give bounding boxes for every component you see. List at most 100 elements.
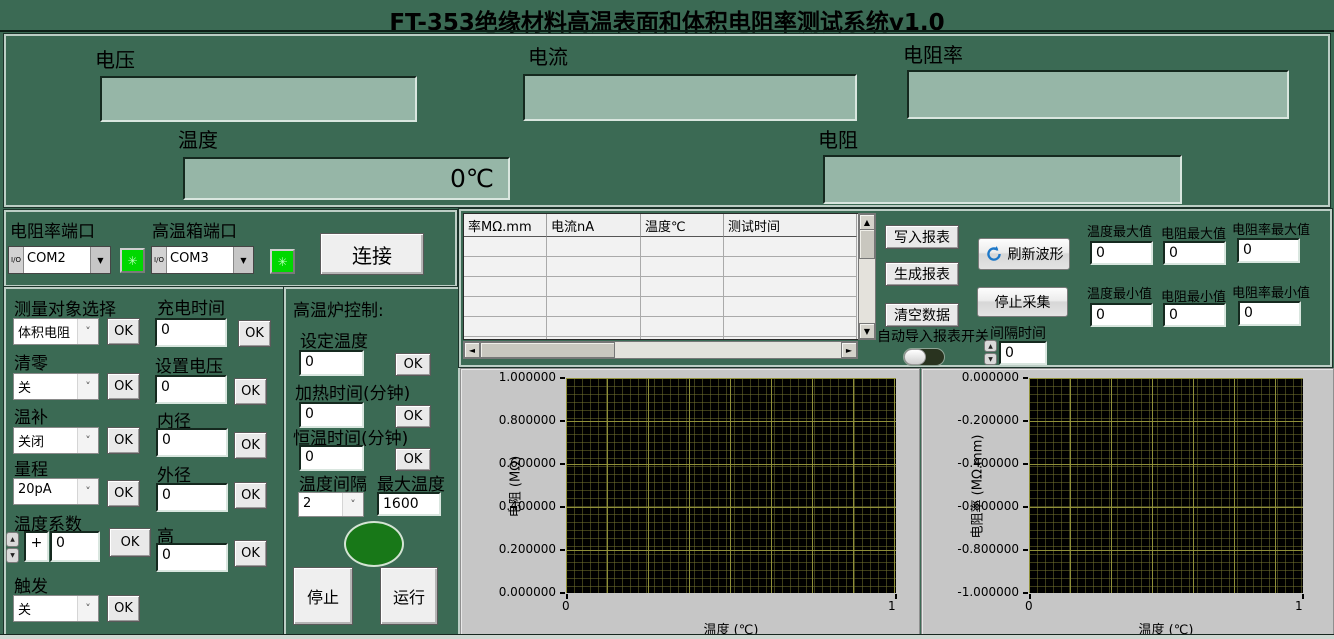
table-cell[interactable] (641, 277, 724, 297)
table-header-cell[interactable]: 电流nA (547, 214, 641, 237)
tempcoef-sign-box[interactable]: + (24, 531, 49, 562)
table-row[interactable] (464, 337, 858, 340)
toggle-knob[interactable] (904, 349, 926, 365)
temp-interval-select[interactable]: 2 ˅ (298, 492, 364, 517)
table-row[interactable] (464, 317, 858, 337)
spinner-up-icon[interactable]: ▲ (984, 340, 997, 352)
measure-ok-button[interactable]: OK (107, 318, 140, 345)
dropdown-arrow-icon[interactable]: ▼ (233, 247, 253, 273)
vscroll-thumb[interactable] (859, 229, 875, 259)
tempcoef-spinner[interactable]: ▲ ▼ (6, 532, 19, 563)
inner-dia-ok-button[interactable]: OK (234, 432, 267, 459)
clear-data-button[interactable]: 清空数据 (885, 303, 959, 327)
table-cell[interactable] (724, 297, 857, 317)
furnace-stop-button[interactable]: 停止 (293, 567, 353, 625)
tempcomp-select[interactable]: 关闭 ˅ (13, 427, 99, 454)
trigger-select[interactable]: 关 ˅ (13, 595, 99, 622)
data-table[interactable]: 率MΩ.mm电流nA温度℃测试时间 (463, 213, 859, 340)
interval-time-spinner[interactable]: ▲ ▼ (984, 340, 997, 365)
trigger-ok-button[interactable]: OK (107, 595, 140, 622)
table-cell[interactable] (547, 317, 641, 337)
table-cell[interactable] (724, 237, 857, 257)
table-cell[interactable] (464, 337, 547, 340)
connect-button[interactable]: 连接 (320, 233, 424, 275)
charge-time-ok-button[interactable]: OK (238, 320, 271, 347)
table-row[interactable] (464, 297, 858, 317)
hscroll-thumb[interactable] (480, 342, 615, 358)
zero-ok-button[interactable]: OK (107, 373, 140, 400)
resistivity-port-select[interactable]: I/O COM2 ▼ (8, 246, 111, 274)
set-voltage-ok-button[interactable]: OK (234, 378, 267, 405)
tempcomp-ok-button[interactable]: OK (107, 427, 140, 454)
chevron-down-icon[interactable]: ˅ (77, 428, 98, 453)
table-cell[interactable] (641, 237, 724, 257)
x-tick-mark (895, 594, 897, 599)
table-cell[interactable] (724, 257, 857, 277)
max-temp-input[interactable]: 1600 (377, 492, 441, 516)
scroll-right-icon[interactable]: ► (841, 342, 857, 358)
table-row[interactable] (464, 257, 858, 277)
table-row[interactable] (464, 277, 858, 297)
set-temp-input[interactable]: 0 (299, 350, 364, 376)
outer-dia-input[interactable]: 0 (156, 483, 228, 512)
table-hscrollbar[interactable]: ◄ ► (463, 341, 858, 359)
auto-import-toggle[interactable] (903, 348, 945, 366)
table-row[interactable] (464, 237, 858, 257)
chevron-down-icon[interactable]: ˅ (342, 493, 363, 516)
table-cell[interactable] (641, 257, 724, 277)
table-cell[interactable] (724, 337, 857, 340)
table-cell[interactable] (464, 277, 547, 297)
measure-select[interactable]: 体积电阻 ˅ (13, 318, 99, 345)
height-ok-button[interactable]: OK (234, 540, 267, 567)
table-cell[interactable] (464, 297, 547, 317)
table-vscrollbar[interactable]: ▲ ▼ (858, 213, 876, 340)
spinner-down-icon[interactable]: ▼ (6, 548, 19, 563)
generate-report-button[interactable]: 生成报表 (885, 262, 959, 286)
hold-time-ok-button[interactable]: OK (395, 448, 431, 471)
charge-time-input[interactable]: 0 (155, 318, 227, 347)
table-cell[interactable] (464, 237, 547, 257)
table-cell[interactable] (547, 237, 641, 257)
table-cell[interactable] (547, 277, 641, 297)
chevron-down-icon[interactable]: ˅ (77, 374, 98, 399)
hold-time-input[interactable]: 0 (299, 445, 364, 471)
range-ok-button[interactable]: OK (107, 480, 140, 507)
chevron-down-icon[interactable]: ˅ (77, 319, 98, 344)
table-header-cell[interactable]: 率MΩ.mm (464, 214, 547, 237)
refresh-waveform-button[interactable]: 刷新波形 (978, 238, 1070, 270)
table-cell[interactable] (547, 297, 641, 317)
range-select[interactable]: 20pA ˅ (13, 478, 99, 505)
dropdown-arrow-icon[interactable]: ▼ (90, 247, 110, 273)
stop-collect-button[interactable]: 停止采集 (977, 287, 1068, 317)
set-temp-ok-button[interactable]: OK (395, 353, 431, 376)
table-cell[interactable] (464, 317, 547, 337)
scroll-up-icon[interactable]: ▲ (859, 214, 875, 230)
tempcoef-ok-button[interactable]: OK (109, 528, 151, 557)
table-header-cell[interactable]: 温度℃ (641, 214, 724, 237)
tempcoef-input[interactable]: 0 (50, 531, 100, 562)
table-header-cell[interactable]: 测试时间 (724, 214, 857, 237)
spinner-down-icon[interactable]: ▼ (984, 353, 997, 365)
interval-time-input[interactable]: 0 (999, 341, 1047, 365)
zero-select[interactable]: 关 ˅ (13, 373, 99, 400)
outer-dia-ok-button[interactable]: OK (234, 482, 267, 509)
scroll-left-icon[interactable]: ◄ (464, 342, 480, 358)
chevron-down-icon[interactable]: ˅ (77, 596, 98, 621)
oven-port-select[interactable]: I/O COM3 ▼ (151, 246, 254, 274)
scroll-down-icon[interactable]: ▼ (859, 323, 875, 339)
table-cell[interactable] (547, 337, 641, 340)
height-input[interactable]: 0 (156, 543, 228, 572)
table-cell[interactable] (641, 297, 724, 317)
furnace-run-button[interactable]: 运行 (380, 567, 438, 625)
spinner-up-icon[interactable]: ▲ (6, 532, 19, 547)
table-cell[interactable] (641, 317, 724, 337)
table-cell[interactable] (724, 277, 857, 297)
inner-dia-input[interactable]: 0 (156, 428, 228, 457)
table-cell[interactable] (547, 257, 641, 277)
table-cell[interactable] (464, 257, 547, 277)
table-cell[interactable] (724, 317, 857, 337)
write-report-button[interactable]: 写入报表 (885, 225, 959, 249)
table-cell[interactable] (641, 337, 724, 340)
set-voltage-input[interactable]: 0 (155, 375, 227, 404)
chevron-down-icon[interactable]: ˅ (77, 479, 98, 504)
